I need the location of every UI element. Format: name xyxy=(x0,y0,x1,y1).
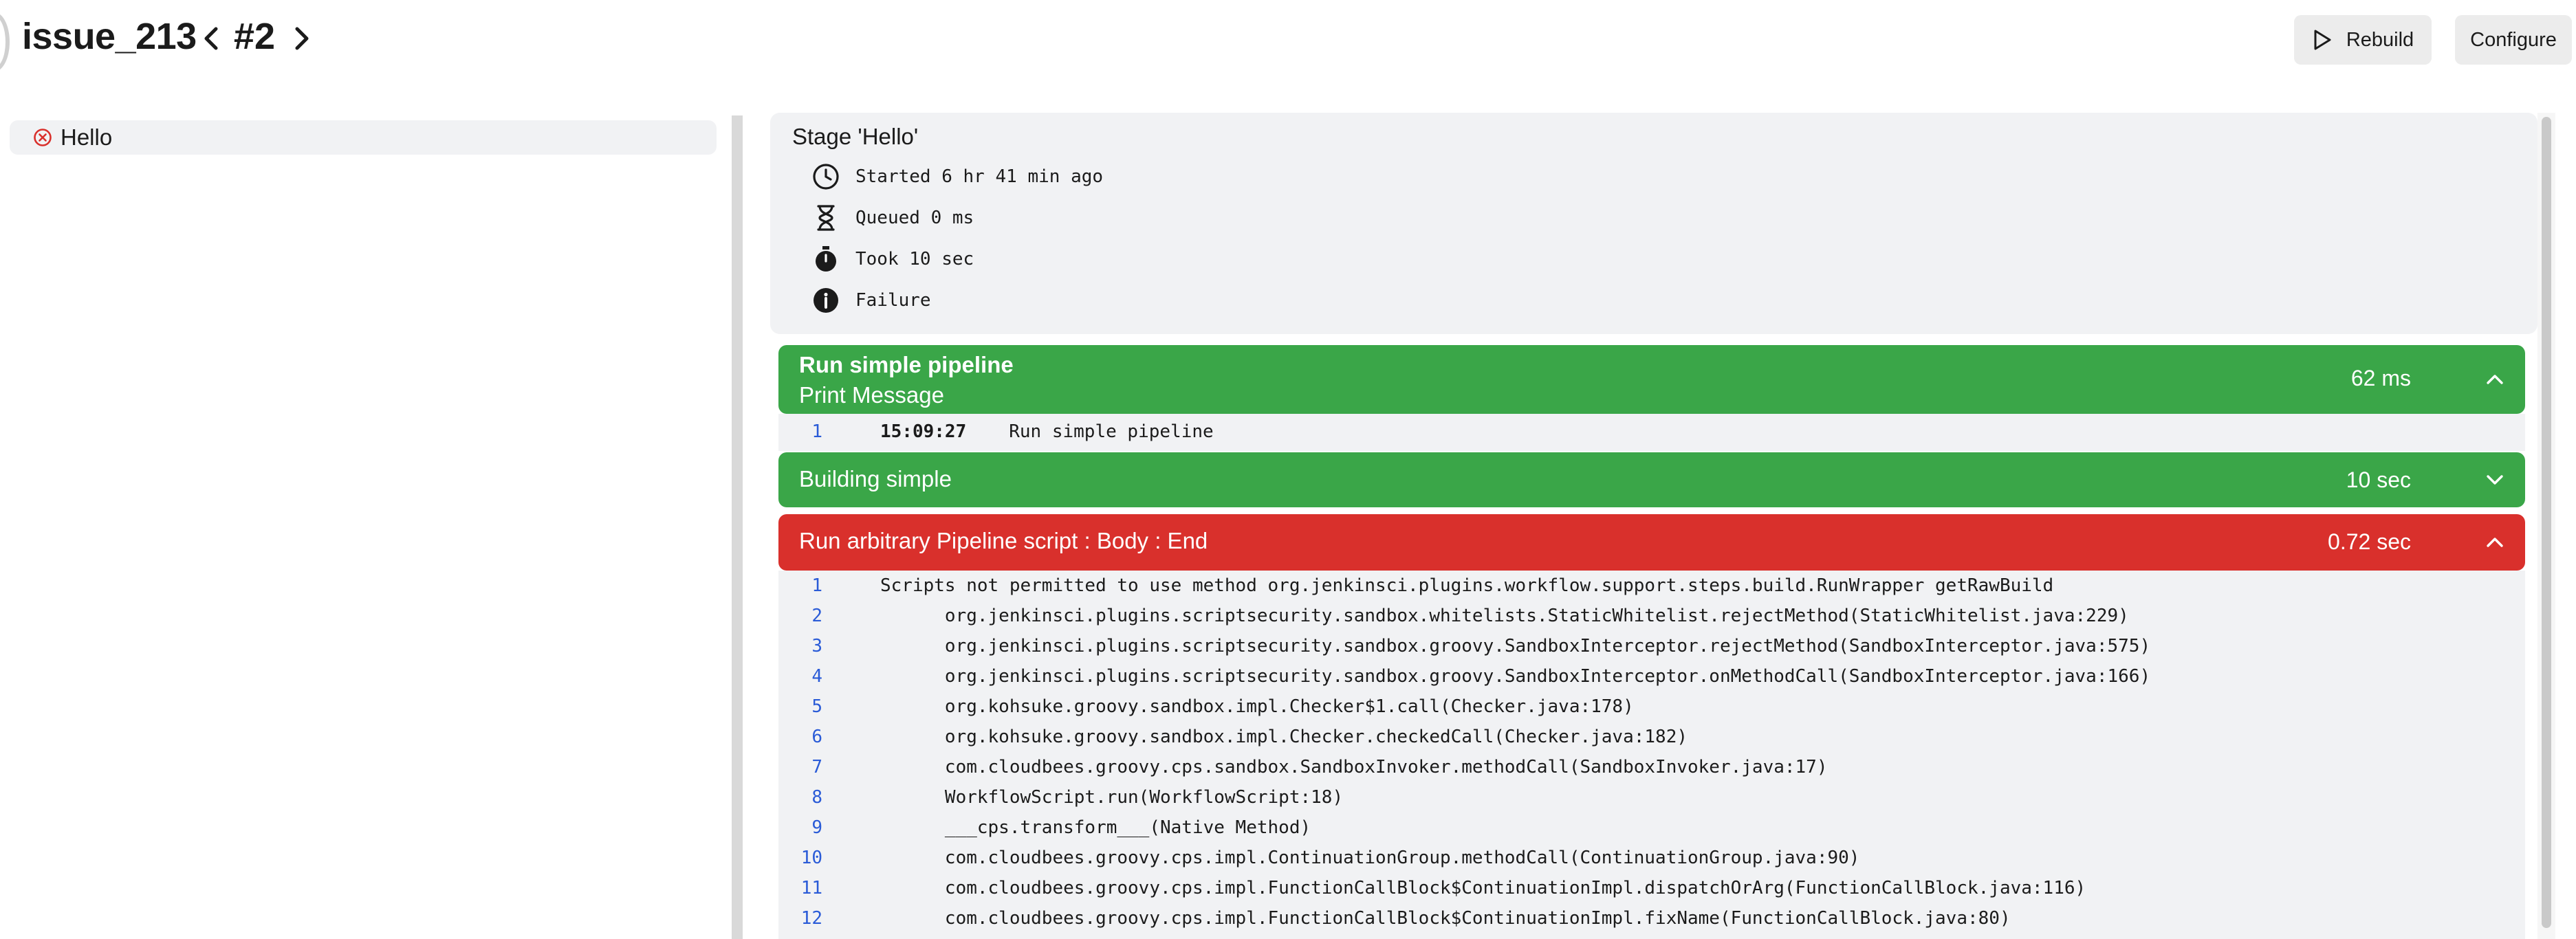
scrollbar-thumb[interactable] xyxy=(2542,117,2551,928)
log-line: 3 org.jenkinsci.plugins.scriptsecurity.s… xyxy=(778,631,2150,661)
step-duration: 0.72 sec xyxy=(2328,529,2411,554)
log-line-number[interactable]: 5 xyxy=(778,696,822,717)
log-line: 7 com.cloudbees.groovy.cps.sandbox.Sandb… xyxy=(778,752,1828,782)
log-line-number[interactable]: 8 xyxy=(778,787,822,808)
log-text: WorkflowScript.run(WorkflowScript:18) xyxy=(880,787,1344,808)
log-text: org.kohsuke.groovy.sandbox.impl.Checker.… xyxy=(880,727,1688,747)
meta-queued: Queued 0 ms xyxy=(811,201,974,235)
page-header xyxy=(0,0,2576,103)
log-line: 1 15:09:27 Run simple pipeline xyxy=(778,417,1214,447)
log-text: Run simple pipeline xyxy=(1009,421,1214,442)
step-building-simple[interactable]: Building simple 10 sec xyxy=(778,452,2525,507)
step-log-run-simple-pipeline: 1 15:09:27 Run simple pipeline xyxy=(778,414,2525,451)
chevron-left-icon xyxy=(204,27,218,50)
log-line: 4 org.jenkinsci.plugins.scriptsecurity.s… xyxy=(778,661,2150,692)
log-line: 10 com.cloudbees.groovy.cps.impl.Continu… xyxy=(778,843,1860,873)
log-line-number[interactable]: 6 xyxy=(778,727,822,747)
log-line: 9 ___cps.transform___(Native Method) xyxy=(778,813,1311,843)
log-line: 1 Scripts not permitted to use method org… xyxy=(778,571,2053,601)
log-line-number[interactable]: 10 xyxy=(778,848,822,868)
rebuild-label: Rebuild xyxy=(2346,28,2414,51)
log-line: 11 com.cloudbees.groovy.cps.impl.Functio… xyxy=(778,873,2086,903)
log-line: 12 com.cloudbees.groovy.cps.impl.Functio… xyxy=(778,903,2011,934)
step-run-simple-pipeline[interactable]: Run simple pipeline Print Message 62 ms xyxy=(778,345,2525,414)
log-line-number[interactable]: 12 xyxy=(778,908,822,929)
log-line: 5 org.kohsuke.groovy.sandbox.impl.Checke… xyxy=(778,692,1634,722)
log-timestamp: 15:09:27 xyxy=(880,421,967,442)
chevron-down-icon[interactable] xyxy=(2481,466,2509,494)
play-icon xyxy=(2314,30,2331,50)
log-line-number[interactable]: 7 xyxy=(778,757,822,777)
job-name: issue_213 xyxy=(22,16,197,57)
log-text: com.cloudbees.groovy.cps.impl.FunctionCa… xyxy=(880,878,2086,898)
next-build-button[interactable] xyxy=(292,15,312,63)
stopwatch-icon xyxy=(816,246,836,272)
step-duration: 10 sec xyxy=(2346,467,2411,492)
log-line-number[interactable]: 1 xyxy=(778,421,822,442)
chevron-up-icon[interactable] xyxy=(2481,529,2509,556)
stage-title: Stage 'Hello' xyxy=(792,124,919,149)
rebuild-button[interactable]: Rebuild xyxy=(2294,15,2432,65)
log-line: 6 org.kohsuke.groovy.sandbox.impl.Checke… xyxy=(778,722,1688,752)
log-text: org.jenkinsci.plugins.scriptsecurity.san… xyxy=(880,636,2151,656)
meta-started: Started 6 hr 41 min ago xyxy=(811,159,1103,194)
step-subtitle: Print Message xyxy=(799,382,944,408)
step-title: Building simple xyxy=(799,466,952,491)
meta-took: Took 10 sec xyxy=(811,242,974,276)
step-title: Run arbitrary Pipeline script : Body : E… xyxy=(799,528,1208,553)
log-text: ___cps.transform___(Native Method) xyxy=(880,817,1311,838)
hourglass-icon xyxy=(817,205,835,231)
previous-build-button[interactable] xyxy=(201,15,221,63)
stage-item-hello[interactable]: Hello xyxy=(10,120,717,155)
log-line-number[interactable]: 2 xyxy=(778,606,822,626)
log-line: 8 WorkflowScript.run(WorkflowScript:18) xyxy=(778,782,1343,813)
chevron-right-icon xyxy=(295,27,309,50)
log-line-number[interactable]: 3 xyxy=(778,636,822,656)
log-line: 2 org.jenkinsci.plugins.scriptsecurity.s… xyxy=(778,601,2129,631)
log-line-number[interactable]: 1 xyxy=(778,575,822,596)
clock-icon xyxy=(813,164,839,190)
log-text: com.cloudbees.groovy.cps.impl.Continuati… xyxy=(880,848,1860,868)
meta-took-text: Took 10 sec xyxy=(855,249,974,269)
log-line-number[interactable]: 4 xyxy=(778,666,822,687)
x-circle-icon xyxy=(34,129,52,146)
log-text: Scripts not permitted to use method org.… xyxy=(880,575,2054,596)
step-title: Run simple pipeline xyxy=(799,352,1014,377)
log-line-number[interactable]: 9 xyxy=(778,817,822,838)
log-text: com.cloudbees.groovy.cps.sandbox.Sandbox… xyxy=(880,757,1828,777)
info-icon xyxy=(814,288,838,313)
meta-result-text: Failure xyxy=(855,290,931,311)
log-text: org.kohsuke.groovy.sandbox.impl.Checker$… xyxy=(880,696,1634,717)
meta-result: Failure xyxy=(811,283,931,318)
chevron-up-icon[interactable] xyxy=(2481,366,2509,393)
configure-button[interactable]: Configure xyxy=(2455,15,2572,65)
step-log-run-arbitrary-pipeline-script: 1 Scripts not permitted to use method org… xyxy=(778,571,2525,939)
meta-started-text: Started 6 hr 41 min ago xyxy=(855,166,1104,187)
step-run-arbitrary-pipeline-script[interactable]: Run arbitrary Pipeline script : Body : E… xyxy=(778,514,2525,571)
build-number: #2 xyxy=(234,16,276,57)
panel-resize-handle[interactable] xyxy=(732,115,743,939)
step-duration: 62 ms xyxy=(2350,366,2411,390)
stage-summary-card xyxy=(770,113,2537,334)
meta-queued-text: Queued 0 ms xyxy=(855,208,974,228)
log-text: org.jenkinsci.plugins.scriptsecurity.san… xyxy=(880,606,2129,626)
stage-item-label: Hello xyxy=(61,124,113,150)
log-line-number[interactable]: 11 xyxy=(778,878,822,898)
log-text: org.jenkinsci.plugins.scriptsecurity.san… xyxy=(880,666,2151,687)
configure-label: Configure xyxy=(2470,28,2557,51)
log-text: com.cloudbees.groovy.cps.impl.FunctionCa… xyxy=(880,908,2011,929)
